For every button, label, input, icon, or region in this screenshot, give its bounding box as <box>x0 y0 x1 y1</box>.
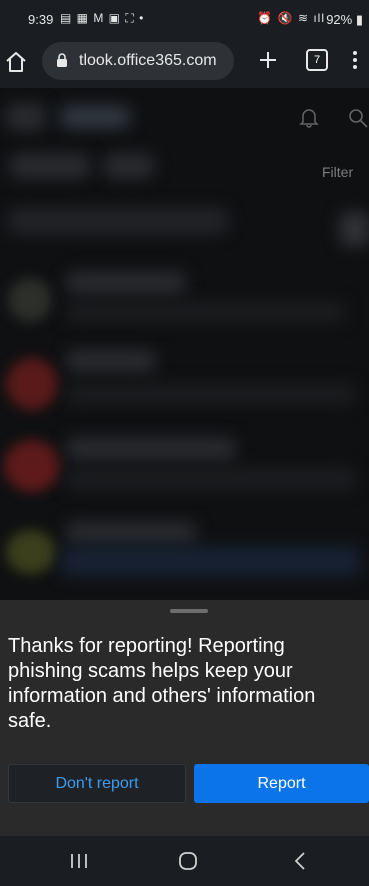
confirmation-message: Thanks for reporting! Reporting phishing… <box>8 635 316 732</box>
plus-icon[interactable] <box>256 48 280 72</box>
battery-percent: 92% <box>326 12 353 27</box>
browser-toolbar: tlook.office365.com 7 <box>0 40 369 88</box>
home-circle-icon[interactable] <box>178 851 198 871</box>
avatar-blur <box>6 530 56 574</box>
address-bar[interactable]: tlook.office365.com <box>42 42 234 80</box>
blurred-element <box>66 438 236 460</box>
blurred-element <box>66 468 356 490</box>
blurred-mail-list: Filter <box>0 88 369 600</box>
dont-report-button[interactable]: Don't report <box>8 764 186 803</box>
sheet-grabber[interactable] <box>170 609 208 613</box>
blurred-element <box>340 212 369 246</box>
system-nav-bar <box>0 836 369 886</box>
more-vert-icon[interactable] <box>350 48 360 72</box>
filter-label: Filter <box>322 164 354 180</box>
status-time: 9:39 <box>28 12 54 27</box>
battery-indicator: 92% ▮ <box>326 12 363 28</box>
blurred-element <box>66 350 156 372</box>
tabs-button[interactable]: 7 <box>306 49 328 71</box>
blurred-element <box>6 104 46 130</box>
blurred-element <box>104 154 154 178</box>
blurred-element <box>66 522 196 544</box>
blurred-element <box>60 546 360 576</box>
home-icon[interactable] <box>4 50 28 74</box>
blurred-element <box>8 208 228 234</box>
status-bar: 9:39 ▤ ▦ M ▣ ⛶ • ⏰ 🔇 ≋ ıll 92% ▮ <box>0 0 369 40</box>
report-phishing-sheet: Thanks for reporting! Reporting phishing… <box>0 600 369 836</box>
search-icon <box>349 109 368 128</box>
blurred-element <box>66 384 356 404</box>
recents-icon[interactable] <box>69 853 89 869</box>
blurred-element <box>60 106 130 128</box>
blurred-element <box>66 272 186 294</box>
report-button[interactable]: Report <box>194 764 369 803</box>
tab-count: 7 <box>313 54 321 66</box>
notification-icons: ▤ ▦ M ▣ ⛶ • <box>60 11 145 25</box>
battery-icon: ▮ <box>355 12 363 27</box>
url-text: tlook.office365.com <box>79 52 217 69</box>
avatar-blur <box>8 278 52 322</box>
bell-icon <box>299 109 319 128</box>
blurred-element <box>66 302 346 322</box>
avatar-blur <box>6 358 58 410</box>
lock-icon <box>57 53 67 67</box>
blurred-element <box>10 154 90 178</box>
system-status-icons: ⏰ 🔇 ≋ ıll <box>257 11 325 25</box>
back-icon[interactable] <box>293 851 307 871</box>
avatar-blur <box>4 440 60 492</box>
